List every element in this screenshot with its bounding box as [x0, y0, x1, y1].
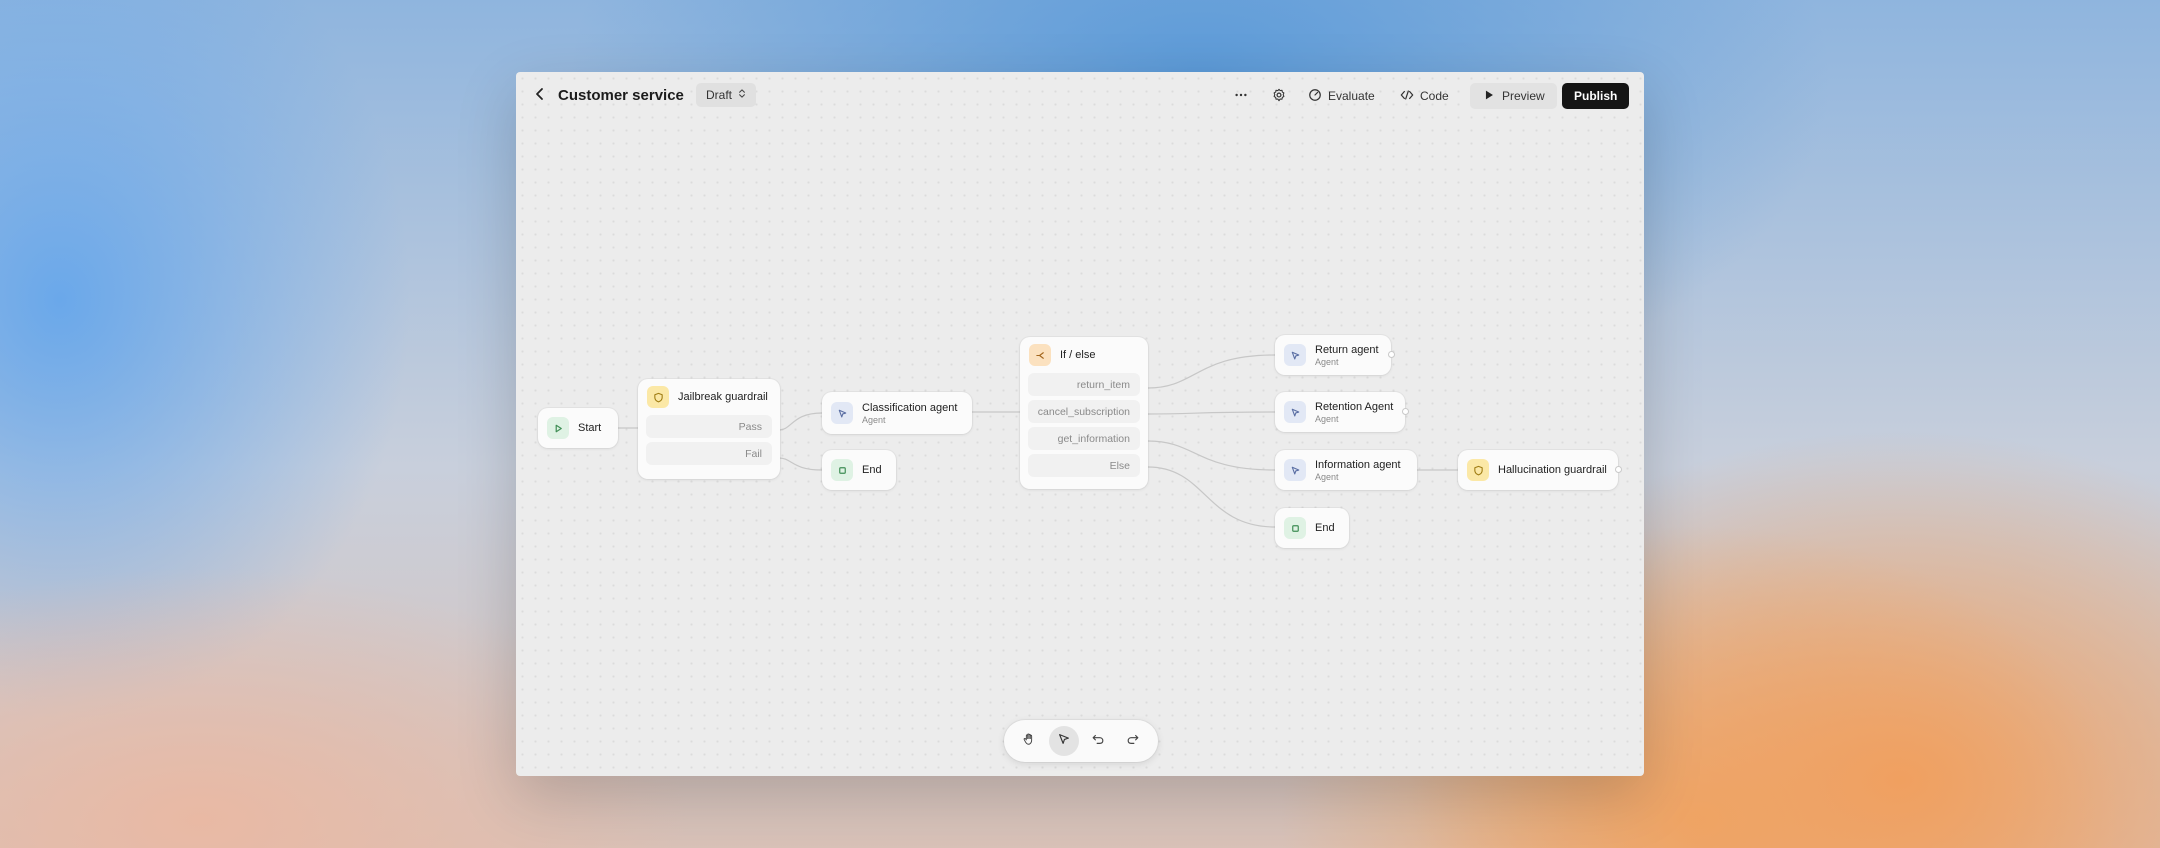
return-agent-node[interactable]: Return agent Agent — [1275, 335, 1395, 375]
output-port[interactable] — [1388, 351, 1395, 358]
branch-else[interactable]: Else — [1028, 454, 1140, 477]
pointer-tool-button[interactable] — [1048, 726, 1079, 756]
redo-icon — [1126, 732, 1140, 751]
branch-fail[interactable]: Fail — [646, 442, 772, 465]
output-port[interactable] — [1402, 408, 1409, 415]
cursor-icon — [1284, 401, 1306, 423]
branch-pass[interactable]: Pass — [646, 415, 772, 438]
cursor-icon — [1284, 344, 1306, 366]
if-else-node[interactable]: If / else return_item cancel_subscriptio… — [1020, 337, 1148, 489]
redo-button[interactable] — [1118, 726, 1148, 756]
retention-agent-type: Agent — [1315, 413, 1339, 424]
edge-cancel-subscription — [1147, 411, 1276, 415]
end-node-2-label: End — [1315, 522, 1335, 534]
classification-node-type: Agent — [862, 414, 886, 425]
return-agent-label: Return agent — [1315, 343, 1379, 356]
end-node-1-label: End — [862, 464, 882, 476]
edge-else — [1147, 466, 1276, 528]
retention-agent-label: Retention Agent — [1315, 400, 1394, 413]
undo-icon — [1091, 732, 1105, 751]
branch-return-item[interactable]: return_item — [1028, 373, 1140, 396]
return-agent-type: Agent — [1315, 356, 1339, 367]
information-agent-type: Agent — [1315, 471, 1339, 482]
stop-icon — [1284, 517, 1306, 539]
start-node-label: Start — [578, 422, 602, 434]
edge-pass-classification — [778, 412, 823, 431]
end-node-1[interactable]: End — [822, 450, 896, 490]
undo-button[interactable] — [1083, 726, 1113, 756]
pointer-icon — [1057, 732, 1071, 751]
start-node[interactable]: Start — [538, 408, 618, 448]
shield-icon — [1467, 459, 1489, 481]
branch-cancel-subscription[interactable]: cancel_subscription — [1028, 400, 1140, 423]
hallucination-guardrail-node[interactable]: Hallucination guardrail — [1458, 450, 1622, 490]
information-agent-label: Information agent — [1315, 458, 1401, 471]
information-agent-node[interactable]: Information agent Agent — [1275, 450, 1417, 490]
jailbreak-node-label: Jailbreak guardrail — [678, 391, 768, 403]
if-else-node-label: If / else — [1060, 349, 1096, 361]
jailbreak-guardrail-node[interactable]: Jailbreak guardrail Pass Fail — [638, 379, 780, 479]
output-port[interactable] — [1615, 466, 1622, 473]
cursor-icon — [1284, 459, 1306, 481]
canvas-toolbar — [1004, 720, 1158, 762]
branch-get-information[interactable]: get_information — [1028, 427, 1140, 450]
cursor-icon — [831, 402, 853, 424]
shield-icon — [647, 386, 669, 408]
stop-icon — [831, 459, 853, 481]
hallucination-node-label: Hallucination guardrail — [1498, 464, 1607, 476]
end-node-2[interactable]: End — [1275, 508, 1349, 548]
builder-window: Customer service Draft Evaluate Code Pre… — [516, 72, 1644, 776]
hand-tool-button[interactable] — [1014, 726, 1044, 756]
classification-agent-node[interactable]: Classification agent Agent — [822, 392, 972, 434]
retention-agent-node[interactable]: Retention Agent Agent — [1275, 392, 1409, 432]
classification-node-label: Classification agent — [862, 401, 958, 414]
edge-get-information — [1147, 440, 1276, 471]
hand-icon — [1022, 732, 1036, 751]
edge-fail-end — [778, 457, 823, 471]
edge-return-item — [1147, 354, 1276, 389]
play-icon — [547, 417, 569, 439]
branch-icon — [1029, 344, 1051, 366]
